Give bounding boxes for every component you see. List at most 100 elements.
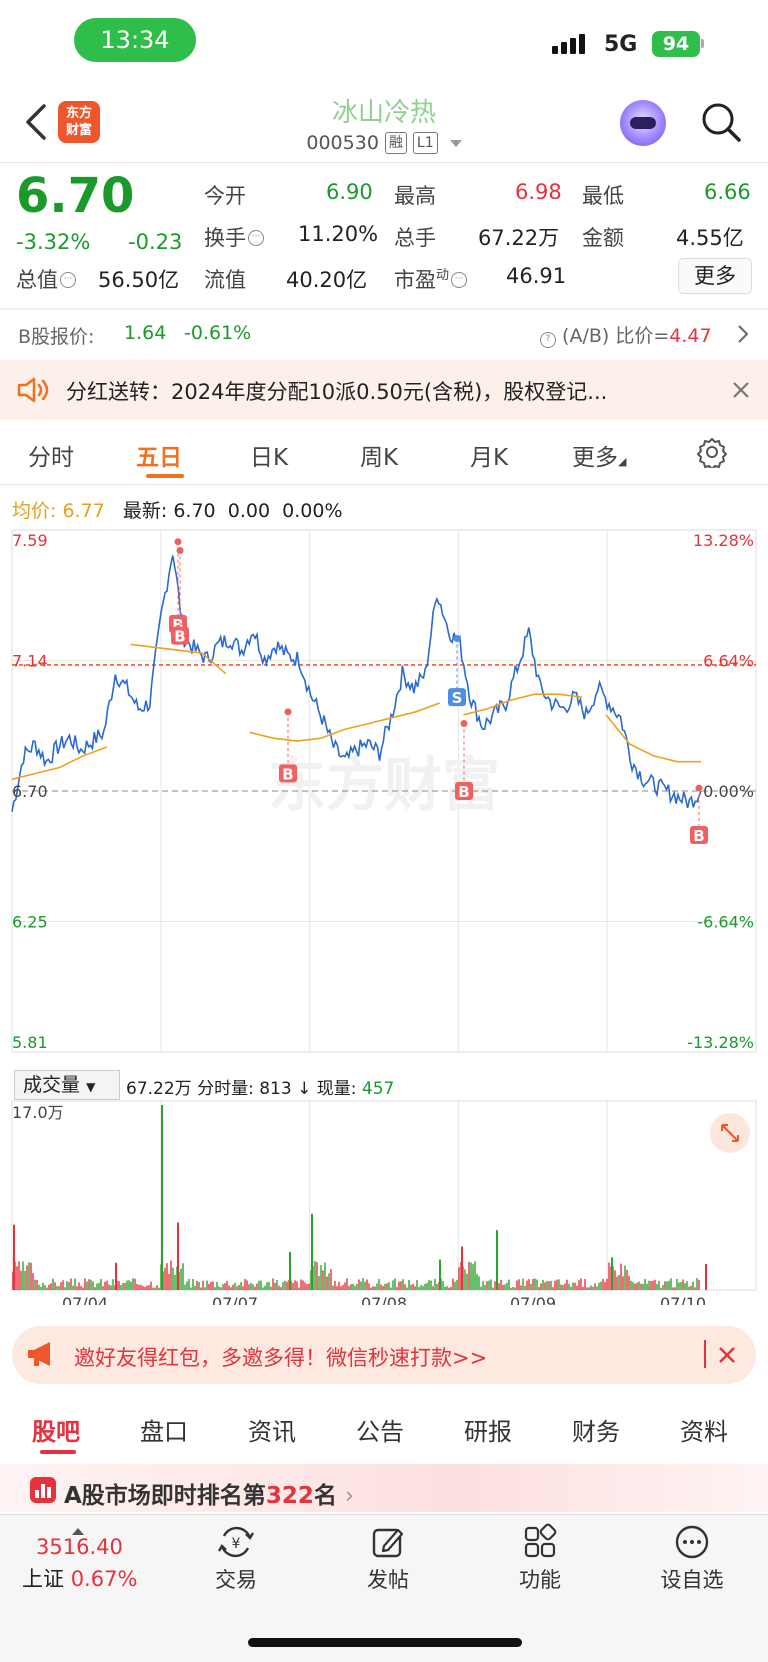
- x-axis-label: 07/09: [510, 1294, 556, 1305]
- tab-post[interactable]: 发帖: [338, 1522, 438, 1594]
- y-tick-left: 5.81: [12, 1033, 48, 1052]
- average-line: [130, 643, 227, 675]
- svg-text:¥: ¥: [232, 1536, 241, 1552]
- y-tick-right: 0.00%: [703, 782, 754, 801]
- y-tick-right: 6.64%: [703, 652, 754, 671]
- trade-marker-label: B: [174, 628, 185, 646]
- amount-label: 金额: [582, 226, 624, 250]
- trade-marker-label: B: [458, 783, 469, 801]
- bshare-price: 1.64: [124, 322, 167, 344]
- margin-tag: 融: [384, 132, 407, 154]
- open-value: 6.90: [326, 180, 373, 204]
- bar-chart-icon: [30, 1477, 56, 1503]
- volume-legend: 成交量 ▼ 67.22万 分时量: 813 ↓ 现量: 457: [14, 1070, 754, 1102]
- tab-more[interactable]: 更多◢: [572, 438, 626, 472]
- mktcap-label: 总值 ···: [16, 264, 76, 294]
- change-amount: -0.23: [128, 230, 183, 254]
- speaker-icon: [17, 377, 49, 403]
- more-button[interactable]: 更多: [678, 258, 752, 294]
- settings-gear-icon[interactable]: [696, 436, 728, 468]
- trade-marker-label: B: [693, 827, 704, 845]
- trade-marker-dot: [460, 720, 468, 728]
- tab-monthly-k[interactable]: 月K: [470, 438, 508, 472]
- tab-finance[interactable]: 财务: [572, 1412, 620, 1447]
- x-axis-label: 07/10: [660, 1294, 706, 1305]
- volume-dropdown[interactable]: 成交量 ▼: [14, 1070, 120, 1100]
- change-pct: -3.32%: [16, 230, 91, 254]
- battery-icon: 94: [652, 31, 700, 57]
- open-label: 今开: [204, 184, 246, 208]
- y-tick-left: 7.59: [12, 531, 48, 550]
- network-label: 5G: [604, 32, 638, 57]
- volume-panel-frame: [11, 1100, 757, 1291]
- invite-text: 邀好友得红包，多邀多得！微信秒速打款>>: [74, 1346, 488, 1370]
- assistant-robot-icon[interactable]: [620, 100, 666, 146]
- turnover-value: 11.20%: [298, 222, 379, 246]
- tab-profile[interactable]: 资料: [680, 1412, 728, 1447]
- avg-row: 均价: 6.77 最新: 6.70 0.00 0.00%: [12, 500, 343, 522]
- rank-text: A股市场即时排名第322名 ›: [64, 1483, 355, 1509]
- edit-post-icon: [372, 1528, 404, 1558]
- float-value: 40.20亿: [286, 268, 368, 292]
- five-day-chart[interactable]: 东方财富BBBSBB7.597.146.706.255.8113.28%6.64…: [0, 525, 768, 1305]
- tab-underline: [146, 474, 184, 478]
- tab-five-day[interactable]: 五日: [136, 438, 182, 472]
- high-value: 6.98: [515, 180, 562, 204]
- home-indicator: [248, 1638, 522, 1647]
- trade-marker-label: B: [282, 765, 293, 783]
- pe-label: 市盈动 ···: [394, 264, 468, 294]
- close-icon[interactable]: [718, 1346, 736, 1364]
- tab-announcements[interactable]: 公告: [356, 1412, 404, 1447]
- high-label: 最高: [394, 184, 436, 208]
- low-label: 最低: [582, 184, 624, 208]
- average-line: [249, 702, 440, 742]
- trade-marker-dot: [695, 784, 703, 792]
- y-tick-right: -6.64%: [697, 913, 754, 932]
- stock-code: 000530: [306, 132, 379, 154]
- trade-marker-dot: [284, 708, 292, 716]
- tab-add-watchlist[interactable]: 设自选: [642, 1522, 742, 1594]
- chevron-down-icon: [449, 139, 462, 147]
- x-axis-label: 07/08: [361, 1294, 407, 1305]
- info-icon[interactable]: ···: [60, 272, 76, 288]
- chevron-right-icon[interactable]: [736, 323, 750, 345]
- close-icon[interactable]: [732, 381, 750, 399]
- info-icon[interactable]: ···: [451, 272, 468, 288]
- bshare-change: -0.61%: [184, 322, 252, 344]
- tab-orderbook[interactable]: 盘口: [140, 1412, 188, 1447]
- ab-ratio[interactable]: ? (A/B) 比价=4.47: [538, 321, 712, 348]
- y-tick-left: 6.25: [12, 913, 48, 932]
- current-price: 6.70: [16, 168, 135, 224]
- average-line: [605, 714, 701, 763]
- index-ticker[interactable]: 3516.40 上证 0.67%: [22, 1528, 152, 1593]
- info-icon[interactable]: ···: [248, 230, 264, 246]
- trade-marker-label: S: [452, 689, 463, 707]
- float-label: 流值: [204, 268, 246, 292]
- search-icon[interactable]: [700, 101, 742, 143]
- bshare-label: B股报价:: [18, 326, 95, 348]
- divider: [0, 484, 768, 485]
- help-icon[interactable]: ?: [540, 332, 556, 348]
- x-axis-label: 07/07: [212, 1294, 258, 1305]
- index-name: 上证: [22, 1567, 64, 1591]
- trade-marker-dot: [176, 547, 184, 555]
- pe-value: 46.91: [506, 264, 567, 288]
- trade-marker-dot: [453, 635, 461, 643]
- y-tick-left: 6.70: [12, 782, 48, 801]
- average-line: [463, 693, 583, 716]
- tab-forum[interactable]: 股吧: [32, 1412, 80, 1447]
- battery-tip: [701, 39, 704, 48]
- status-time: 13:34: [74, 18, 196, 62]
- tab-weekly-k[interactable]: 周K: [360, 438, 398, 472]
- tab-functions[interactable]: 功能: [490, 1522, 590, 1594]
- tab-intraday[interactable]: 分时: [28, 438, 74, 472]
- level-tag: L1: [412, 132, 438, 154]
- volume-value: 67.22万: [478, 226, 560, 250]
- tab-trade[interactable]: ¥ 交易: [186, 1522, 286, 1594]
- caret-up-icon: [72, 1528, 84, 1535]
- trade-marker-dot: [174, 538, 182, 546]
- amount-value: 4.55亿: [676, 226, 744, 250]
- tab-daily-k[interactable]: 日K: [250, 438, 288, 472]
- tab-news[interactable]: 资讯: [248, 1412, 296, 1447]
- tab-research[interactable]: 研报: [464, 1412, 512, 1447]
